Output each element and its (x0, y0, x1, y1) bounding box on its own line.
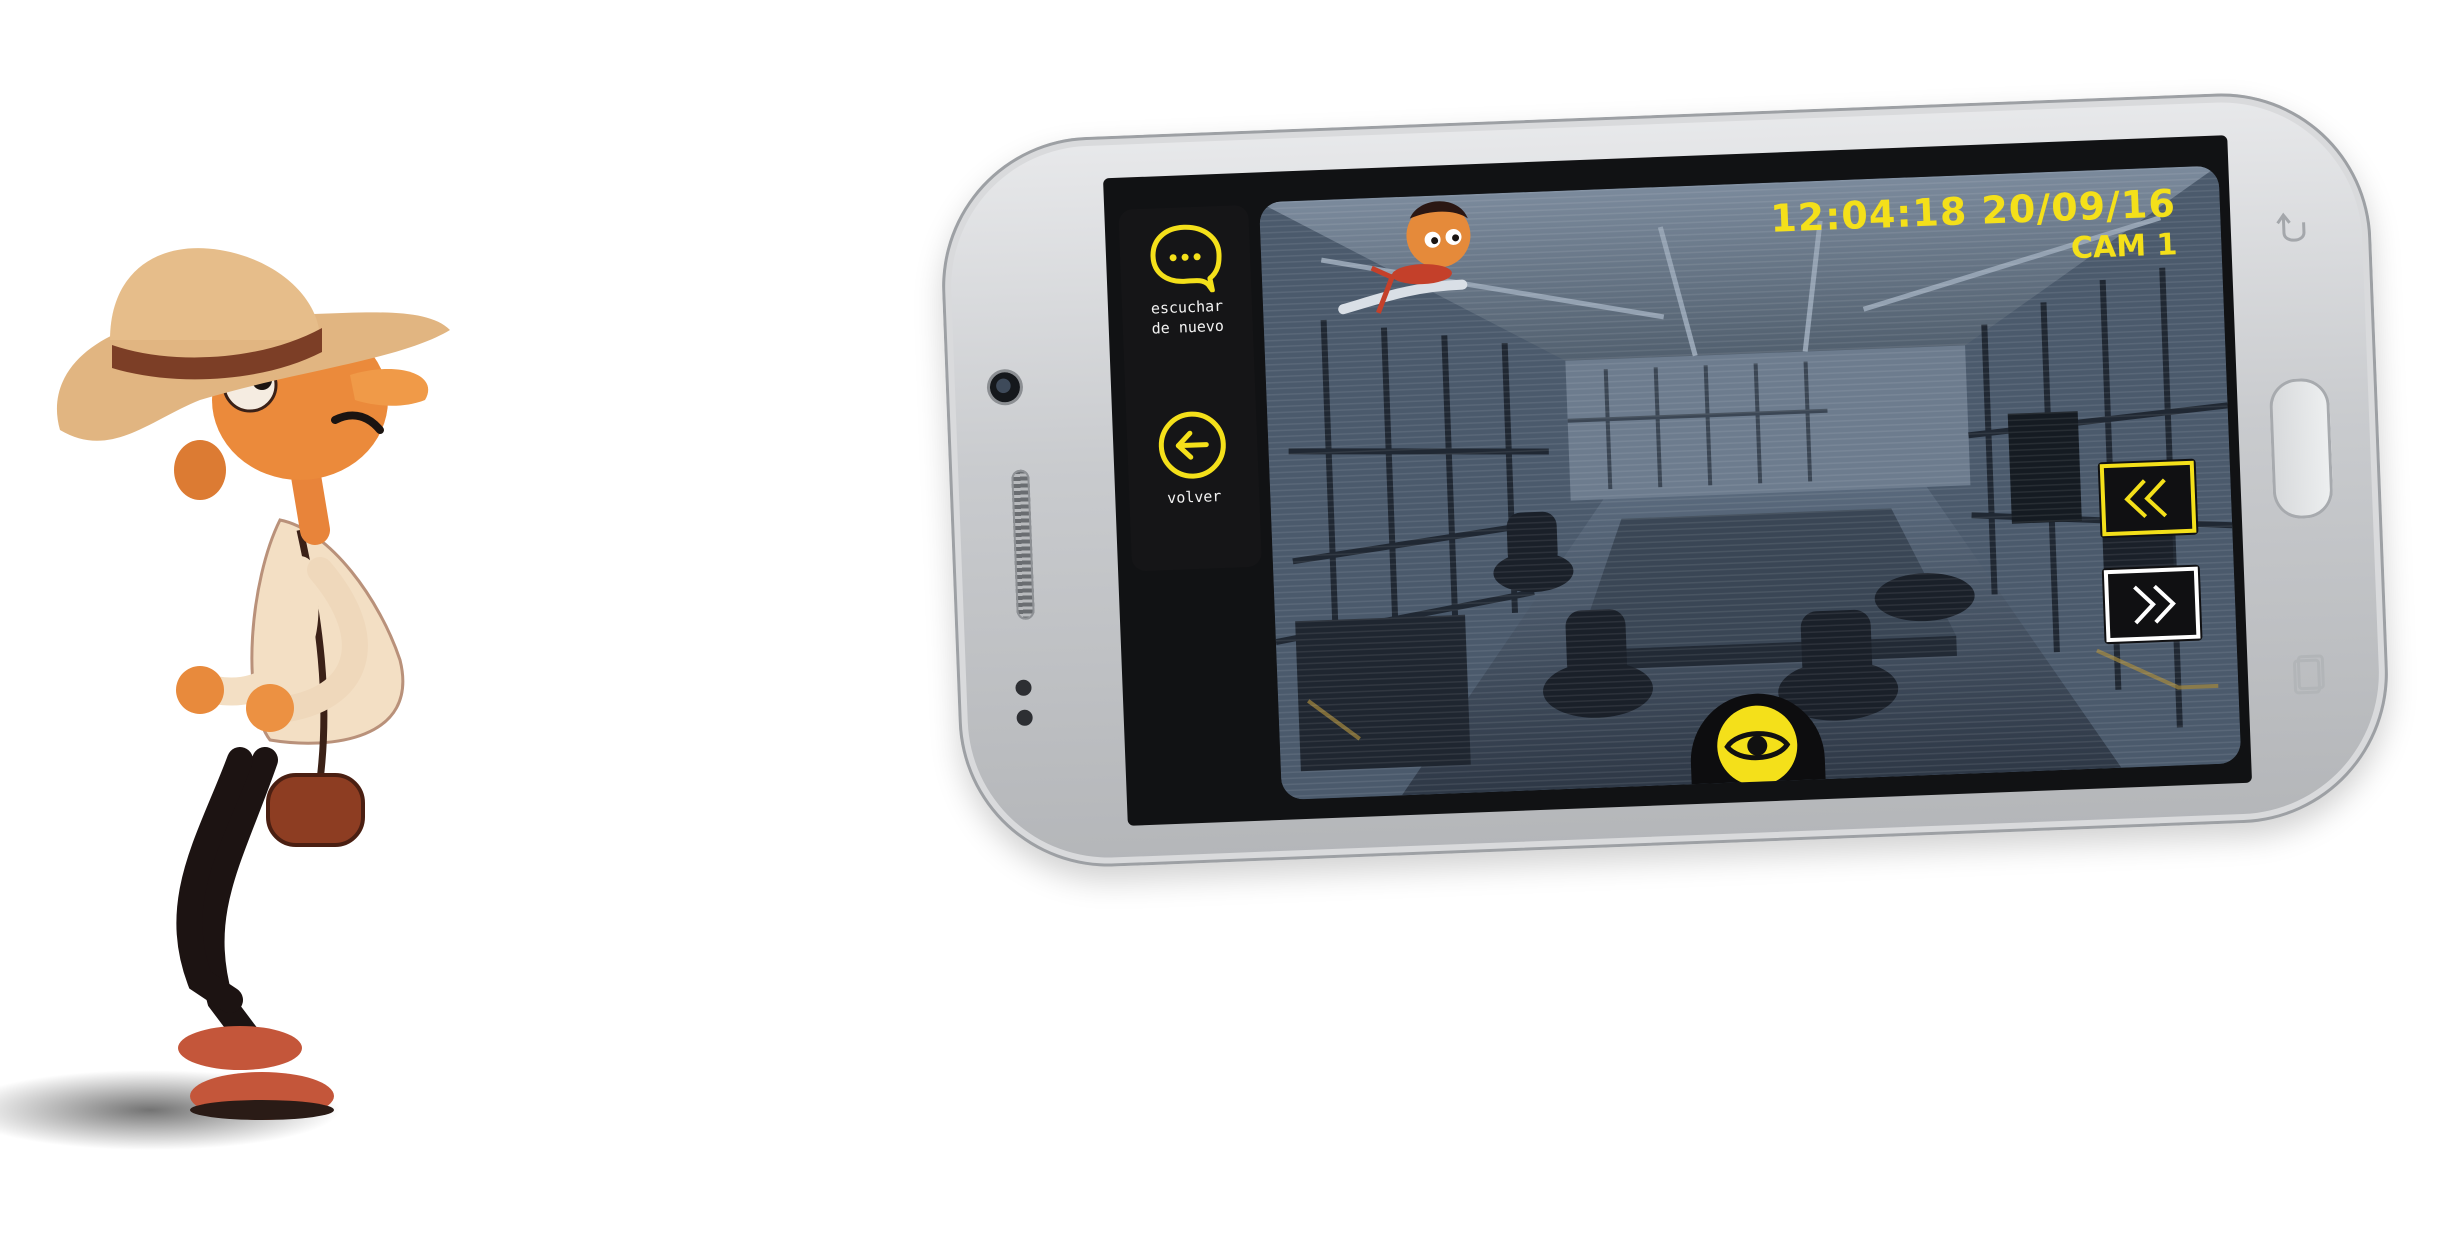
arrow-left-circle-icon (1158, 411, 1226, 479)
rewind-button[interactable] (2097, 458, 2199, 539)
shoulder-bag (266, 773, 365, 847)
side-panel: escuchar de nuevo volver (1118, 204, 1263, 572)
double-chevron-left-icon (2099, 460, 2197, 537)
double-chevron-right-icon (2103, 566, 2201, 643)
back-label: volver (1166, 487, 1222, 508)
hat-crown (110, 248, 320, 340)
detective-character (0, 248, 450, 1150)
legs (176, 747, 278, 1053)
phone-screen: escuchar de nuevo volver 12:04:18 20/09/… (1103, 135, 2253, 826)
left-shoe (178, 1026, 302, 1070)
back-button[interactable]: volver (1126, 405, 1260, 510)
scene: escuchar de nuevo volver 12:04:18 20/09/… (0, 0, 2451, 1249)
security-camera-view[interactable]: 12:04:18 20/09/16 CAM 1 (1259, 165, 2242, 800)
look-button[interactable] (1688, 691, 1827, 797)
eye-icon (1717, 705, 1798, 786)
back-softkey-icon[interactable] (2271, 208, 2317, 254)
recents-softkey-icon[interactable] (2288, 650, 2334, 696)
speech-bubble-icon (1150, 224, 1222, 293)
listen-again-label-line2: de nuevo (1151, 316, 1225, 338)
listen-again-button[interactable]: escuchar de nuevo (1119, 219, 1253, 340)
left-hand (176, 666, 224, 714)
camera-label: CAM 1 (2070, 227, 2179, 267)
nose (350, 369, 429, 406)
home-button[interactable] (2268, 377, 2334, 520)
right-hand (246, 684, 294, 732)
smartphone: escuchar de nuevo volver 12:04:18 20/09/… (936, 87, 2394, 873)
forward-button[interactable] (2101, 564, 2203, 645)
